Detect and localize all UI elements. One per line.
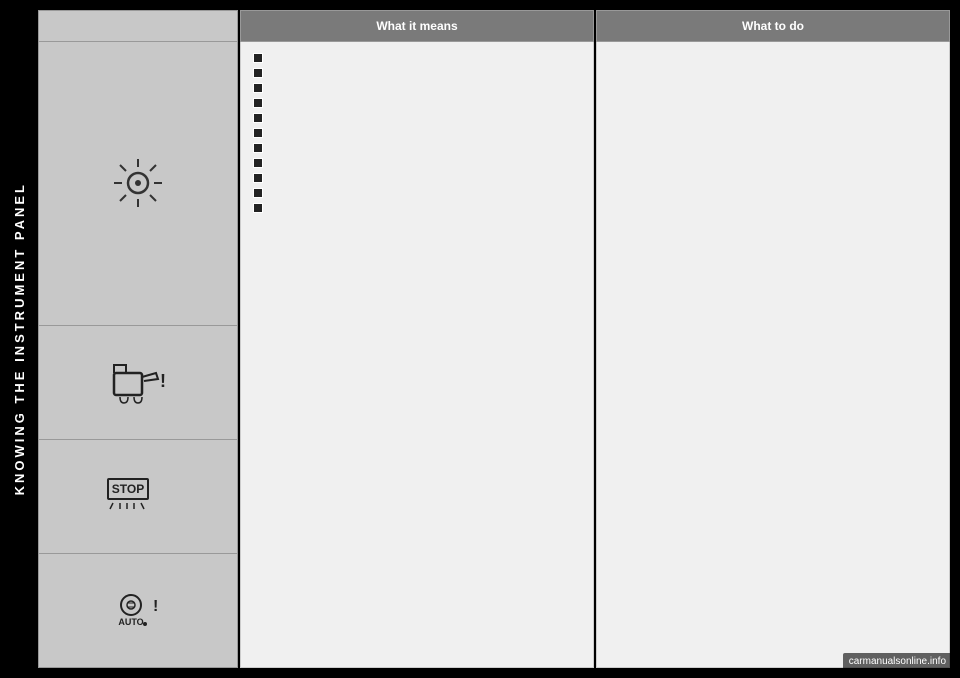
- bullet-item: [253, 172, 581, 183]
- text-columns: [240, 42, 950, 668]
- bullet-item: [253, 67, 581, 78]
- main-content: What it means What to do: [38, 0, 960, 678]
- sun-warning-icon: [108, 153, 168, 213]
- sun-warning-cell: [38, 42, 238, 326]
- bullet-square: [253, 203, 263, 213]
- svg-text:!: !: [160, 371, 166, 391]
- bullet-square: [253, 158, 263, 168]
- auto-warning-cell: AUTO !: [38, 554, 238, 668]
- what-it-means-column: [240, 42, 594, 668]
- bullet-square: [253, 173, 263, 183]
- oil-warning-cell: !: [38, 326, 238, 440]
- bullet-item: [253, 52, 581, 63]
- header-icon-col: [38, 10, 238, 42]
- what-to-do-column: [596, 42, 950, 668]
- bullet-item: [253, 142, 581, 153]
- header-what-it-means: What it means: [240, 10, 594, 42]
- bullet-square: [253, 143, 263, 153]
- bullet-square: [253, 68, 263, 78]
- bullet-square: [253, 98, 263, 108]
- content-area: ! STOP: [38, 42, 950, 668]
- bullet-item: [253, 112, 581, 123]
- oil-warning-icon: !: [106, 355, 171, 410]
- bullet-item: [253, 82, 581, 93]
- svg-text:AUTO: AUTO: [118, 617, 143, 627]
- what-it-means-label: What it means: [376, 19, 457, 33]
- stop-warning-icon: STOP: [98, 471, 178, 521]
- auto-warning-icon: AUTO !: [103, 583, 173, 638]
- bullet-square: [253, 53, 263, 63]
- sidebar-text: KNOWING THE INSTRUMENT PANEL: [12, 182, 27, 495]
- bullet-square: [253, 113, 263, 123]
- header-row: What it means What to do: [38, 10, 950, 42]
- sidebar-label: KNOWING THE INSTRUMENT PANEL: [0, 0, 38, 678]
- bullet-item: [253, 202, 581, 213]
- bullet-square: [253, 128, 263, 138]
- bullet-item: [253, 187, 581, 198]
- icons-column: ! STOP: [38, 42, 238, 668]
- bullet-square: [253, 188, 263, 198]
- watermark: carmanualsonline.info: [843, 653, 952, 670]
- bullet-square: [253, 83, 263, 93]
- header-what-to-do: What to do: [596, 10, 950, 42]
- bullet-item: [253, 97, 581, 108]
- bullet-item: [253, 157, 581, 168]
- what-to-do-label: What to do: [742, 19, 804, 33]
- svg-text:STOP: STOP: [112, 482, 144, 496]
- bullet-item: [253, 127, 581, 138]
- bullet-list: [253, 52, 581, 217]
- svg-text:!: !: [153, 598, 158, 615]
- page-container: KNOWING THE INSTRUMENT PANEL What it mea…: [0, 0, 960, 678]
- stop-warning-cell: STOP: [38, 440, 238, 554]
